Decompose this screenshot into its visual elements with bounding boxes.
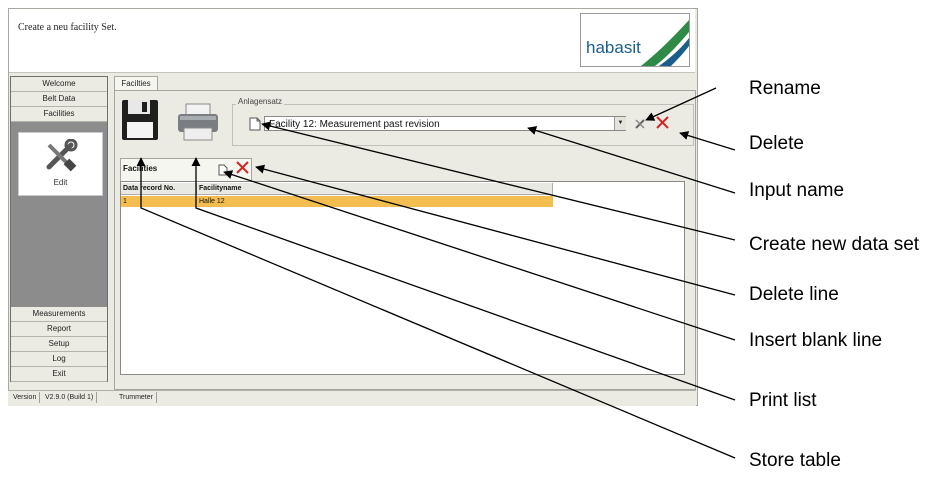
annotation-delete-line: Delete line: [749, 284, 839, 305]
arrow-rename: [645, 87, 717, 121]
arrow-print-list: [191, 157, 736, 401]
annotation-input-name: Input name: [749, 180, 845, 201]
annotation-insert-blank: Insert blank line: [749, 330, 883, 351]
arrow-create-new: [261, 121, 736, 241]
arrow-store-table: [136, 157, 736, 459]
arrow-delete-line: [255, 164, 736, 296]
annotation-delete: Delete: [749, 133, 804, 154]
annotation-create-new: Create new data set: [749, 234, 920, 255]
annotation-store-table: Store table: [749, 450, 841, 471]
annotation-rename: Rename: [749, 78, 821, 99]
arrow-insert-blank: [223, 170, 736, 341]
arrow-input-name: [527, 126, 736, 194]
annotation-print-list: Print list: [749, 390, 817, 411]
arrow-delete: [679, 131, 736, 151]
